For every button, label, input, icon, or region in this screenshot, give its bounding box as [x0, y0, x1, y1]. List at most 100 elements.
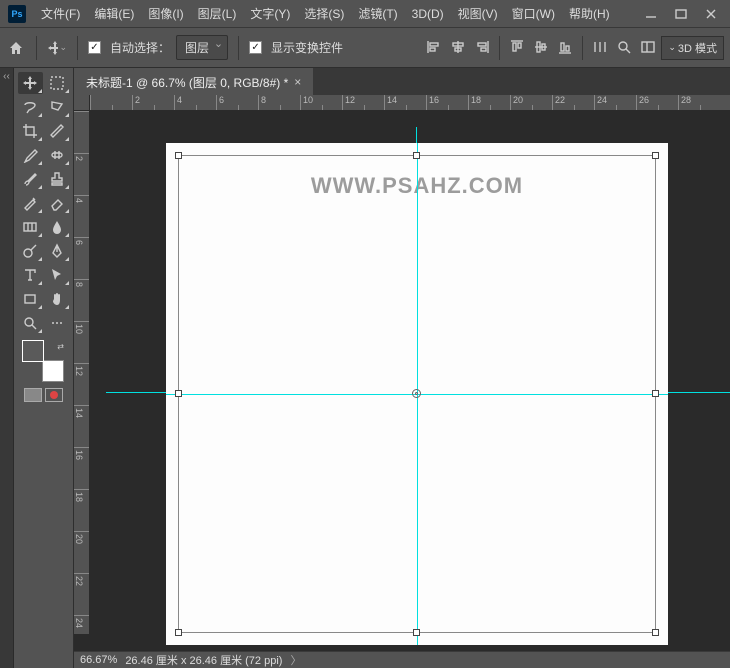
slice-tool[interactable] [45, 120, 70, 142]
auto-select-checkbox[interactable]: ✓ [88, 41, 101, 54]
marquee-tool[interactable] [45, 72, 70, 94]
minimize-button[interactable] [636, 2, 666, 26]
history-brush-tool[interactable] [18, 192, 43, 214]
align-left-button[interactable] [423, 36, 445, 58]
align-right-button[interactable] [471, 36, 493, 58]
eyedropper-icon [22, 147, 38, 163]
brush-tool[interactable] [18, 168, 43, 190]
home-icon [8, 40, 24, 56]
separator [582, 36, 583, 60]
type-icon [22, 267, 38, 283]
menu-help[interactable]: 帮助(H) [562, 0, 617, 27]
menu-edit[interactable]: 编辑(E) [87, 0, 141, 27]
gradient-tool[interactable] [18, 216, 43, 238]
status-zoom[interactable]: 66.67% [80, 654, 117, 666]
blur-tool[interactable] [45, 216, 70, 238]
document-tab[interactable]: 未标题-1 @ 66.7% (图层 0, RGB/8#) * × [74, 68, 313, 95]
menu-type[interactable]: 文字(Y) [243, 0, 297, 27]
align-hcenter-button[interactable] [447, 36, 469, 58]
path-select-tool[interactable] [45, 264, 70, 286]
transform-handle-bm[interactable] [413, 629, 420, 636]
crop-tool[interactable] [18, 120, 43, 142]
tab-close-button[interactable]: × [294, 75, 301, 89]
align-hcenter-icon [450, 39, 466, 55]
maximize-button[interactable] [666, 2, 696, 26]
lasso-tool[interactable] [18, 96, 43, 118]
transform-handle-br[interactable] [652, 629, 659, 636]
more-tools[interactable] [45, 312, 70, 334]
close-button[interactable] [696, 2, 726, 26]
search-icon [616, 39, 632, 55]
eraser-tool[interactable] [45, 192, 70, 214]
standard-mode-button[interactable] [24, 388, 42, 402]
stamp-tool[interactable] [45, 168, 70, 190]
workspace: ‹‹ [0, 68, 730, 668]
menu-view[interactable]: 视图(V) [451, 0, 505, 27]
align-bottom-button[interactable] [554, 36, 576, 58]
ruler-origin[interactable] [74, 95, 90, 111]
transform-center[interactable] [412, 389, 421, 398]
ruler-tick: 20 [74, 531, 89, 573]
home-button[interactable] [6, 38, 26, 58]
status-chevron[interactable]: 〉 [290, 652, 301, 668]
ruler-tick: 10 [300, 95, 342, 110]
align-bottom-icon [557, 39, 573, 55]
ruler-tick: 16 [426, 95, 468, 110]
show-transform-checkbox[interactable]: ✓ [249, 41, 262, 54]
separator [77, 36, 78, 60]
minimize-icon [643, 6, 659, 22]
eyedropper-tool[interactable] [18, 144, 43, 166]
marquee-icon [49, 75, 65, 91]
canvas-viewport[interactable]: 246810121416182022242628 246810121416182… [74, 95, 730, 651]
menu-3d[interactable]: 3D(D) [405, 2, 451, 26]
menu-window[interactable]: 窗口(W) [505, 0, 562, 27]
menu-layer[interactable]: 图层(L) [191, 0, 244, 27]
zoom-icon [22, 315, 38, 331]
dodge-tool[interactable] [18, 240, 43, 262]
auto-select-dropdown[interactable]: 图层 [176, 35, 228, 60]
color-swatches[interactable]: ⇄ [22, 340, 64, 382]
menu-file[interactable]: 文件(F) [34, 0, 87, 27]
stamp-icon [49, 171, 65, 187]
menu-filter[interactable]: 滤镜(T) [351, 0, 404, 27]
mode-3d-dropdown[interactable]: ⌄3D 模式 [661, 36, 724, 60]
titlebar: Ps 文件(F) 编辑(E) 图像(I) 图层(L) 文字(Y) 选择(S) 滤… [0, 0, 730, 28]
move-tool[interactable] [18, 72, 43, 94]
distribute-button[interactable] [589, 36, 611, 58]
background-swatch[interactable] [42, 360, 64, 382]
menu-image[interactable]: 图像(I) [141, 0, 190, 27]
hand-tool[interactable] [45, 288, 70, 310]
status-size[interactable]: 26.46 厘米 x 26.46 厘米 (72 ppi) [125, 652, 282, 668]
shape-tool[interactable] [18, 288, 43, 310]
ruler-horizontal[interactable]: 246810121416182022242628 [90, 95, 730, 111]
align-vcenter-button[interactable] [530, 36, 552, 58]
foreground-swatch[interactable] [22, 340, 44, 362]
options-bar: ⌄ ✓ 自动选择： 图层 ✓ 显示变换控件 ⌄3D 模式 [0, 28, 730, 68]
search-button[interactable] [613, 36, 635, 58]
transform-handle-tr[interactable] [652, 152, 659, 159]
transform-bounds[interactable] [178, 155, 656, 633]
move-tool-indicator[interactable]: ⌄ [47, 38, 67, 58]
transform-handle-mr[interactable] [652, 390, 659, 397]
arrange-button[interactable] [637, 36, 659, 58]
swap-colors-icon[interactable]: ⇄ [57, 342, 64, 351]
poly-lasso-tool[interactable] [45, 96, 70, 118]
menu-select[interactable]: 选择(S) [297, 0, 351, 27]
transform-handle-tm[interactable] [413, 152, 420, 159]
zoom-tool[interactable] [18, 312, 43, 334]
ruler-tick: 4 [74, 195, 89, 237]
panel-collapse-strip[interactable]: ‹‹ [0, 68, 14, 668]
ruler-tick: 10 [74, 321, 89, 363]
type-tool[interactable] [18, 264, 43, 286]
ruler-vertical[interactable]: 2468101214161820222426 [74, 111, 90, 634]
canvas[interactable]: WWW.PSAHZ.COM [166, 143, 668, 645]
transform-handle-ml[interactable] [175, 390, 182, 397]
ruler-tick: 12 [74, 363, 89, 405]
healing-tool[interactable] [45, 144, 70, 166]
pen-tool[interactable] [45, 240, 70, 262]
hand-icon [49, 291, 65, 307]
align-top-button[interactable] [506, 36, 528, 58]
transform-handle-tl[interactable] [175, 152, 182, 159]
transform-handle-bl[interactable] [175, 629, 182, 636]
quickmask-mode-button[interactable] [45, 388, 63, 402]
